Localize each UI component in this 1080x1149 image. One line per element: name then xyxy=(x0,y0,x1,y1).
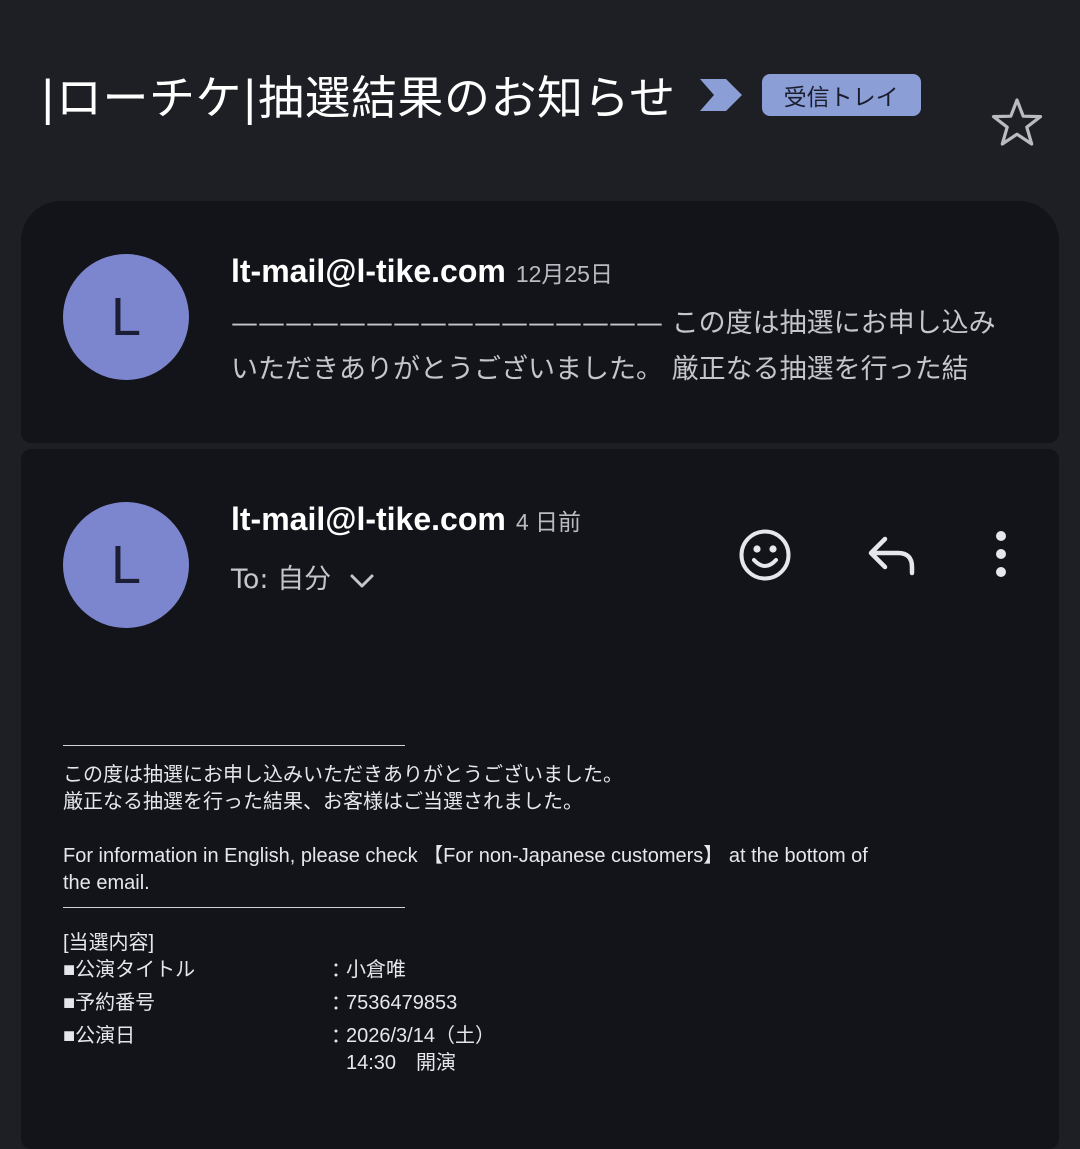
field-row: ■公演タイトル ： 小倉唯 xyxy=(63,957,1023,984)
email-subject: |ローチケ|抽選結果のお知らせ xyxy=(40,71,676,125)
importance-marker-icon[interactable] xyxy=(698,77,744,113)
field-separator: ： xyxy=(331,1025,351,1047)
collapsed-message-card[interactable]: L lt-mail@l-tike.com 12月25日 —————————————… xyxy=(21,201,1059,443)
more-vert-icon[interactable] xyxy=(991,529,1011,579)
field-value: 7536479853 xyxy=(346,992,458,1014)
body-text: the email. xyxy=(63,872,150,894)
sender-line: lt-mail@l-tike.com 4 日前 xyxy=(231,501,581,538)
body-text: For information in English, please check… xyxy=(63,845,868,867)
message-body: この度は抽選にお申し込みいただきありがとうございました。 厳正なる抽選を行った結… xyxy=(63,735,1023,1077)
field-value: 小倉唯 xyxy=(346,959,406,981)
message-snippet: ———————————————— この度は抽選にお申し込み いただきありがとうご… xyxy=(231,301,1011,393)
expanded-message-card: L lt-mail@l-tike.com 4 日前 To: 自分 この度は抽選にお… xyxy=(21,449,1059,1149)
performance-time: 14:30 開演 xyxy=(346,1052,457,1074)
divider-line xyxy=(63,897,1023,924)
section-title: [当選内容] xyxy=(63,932,155,954)
recipient-label: To: 自分 xyxy=(231,564,332,595)
inbox-label-chip[interactable]: 受信トレイ xyxy=(761,74,921,116)
sender-email: lt-mail@l-tike.com xyxy=(231,253,506,289)
recipient-row[interactable]: To: 自分 xyxy=(231,557,375,596)
avatar[interactable]: L xyxy=(63,254,189,380)
body-text: この度は抽選にお申し込みいただきありがとうございました。 xyxy=(63,764,623,786)
snippet-line: いただきありがとうございました。 厳正なる抽選を行った結 xyxy=(231,354,969,385)
avatar[interactable]: L xyxy=(63,502,189,628)
emoji-icon[interactable] xyxy=(737,527,793,583)
message-date: 4 日前 xyxy=(515,509,581,535)
body-text: 厳正なる抽選を行った結果、お客様はご当選されました。 xyxy=(63,791,583,813)
field-separator: ： xyxy=(331,992,351,1014)
snippet-line: ———————————————— この度は抽選にお申し込み xyxy=(231,308,996,339)
field-key: ■公演タイトル xyxy=(63,959,196,981)
field-value: 2026/3/14（土） xyxy=(346,1025,495,1047)
field-row: ■公演日 ： 2026/3/14（土） xyxy=(63,1023,1023,1050)
field-key: ■公演日 xyxy=(63,1025,136,1047)
sender-email: lt-mail@l-tike.com xyxy=(231,501,506,537)
message-date: 12月25日 xyxy=(515,261,613,287)
field-row: ■予約番号 ： 7536479853 xyxy=(63,990,1023,1017)
star-icon[interactable] xyxy=(990,96,1044,150)
field-separator: ： xyxy=(331,959,351,981)
chevron-down-icon[interactable] xyxy=(349,572,375,590)
field-key: ■予約番号 xyxy=(63,992,156,1014)
subject-row: |ローチケ|抽選結果のお知らせ 受信トレイ xyxy=(40,62,921,128)
reply-icon[interactable] xyxy=(866,533,918,577)
divider-line xyxy=(63,735,1023,762)
sender-line: lt-mail@l-tike.com 12月25日 xyxy=(231,253,613,290)
